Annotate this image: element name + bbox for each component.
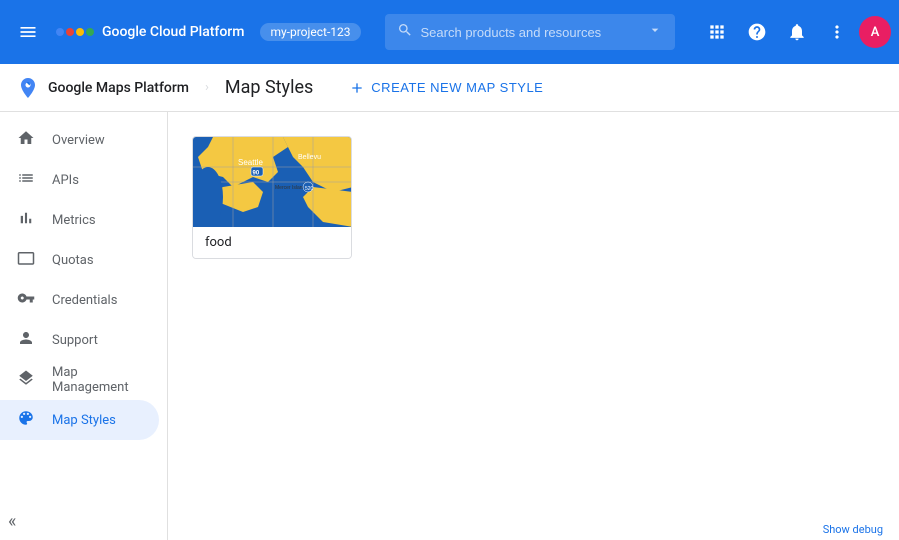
svg-text:Seattle: Seattle bbox=[238, 158, 263, 167]
brand-name: Google Maps Platform bbox=[48, 80, 189, 96]
search-input[interactable] bbox=[421, 25, 639, 40]
sub-header: Google Maps Platform › Map Styles CREATE… bbox=[0, 64, 899, 112]
svg-text:Bellevu: Bellevu bbox=[298, 154, 321, 161]
breadcrumb-divider: › bbox=[205, 80, 209, 95]
maps-pin-icon bbox=[16, 76, 40, 100]
sidebar-item-apis-label: APIs bbox=[52, 173, 79, 188]
app-title: Google Cloud Platform bbox=[102, 24, 244, 40]
sidebar-item-metrics-label: Metrics bbox=[52, 213, 96, 228]
tablet-icon bbox=[16, 249, 36, 272]
help-icon[interactable] bbox=[739, 14, 775, 50]
notifications-icon[interactable] bbox=[779, 14, 815, 50]
home-icon bbox=[16, 129, 36, 152]
sidebar-item-support[interactable]: Support bbox=[0, 320, 159, 360]
search-bar[interactable] bbox=[385, 14, 675, 50]
top-navigation: Google Cloud Platform my-project-123 bbox=[0, 0, 899, 64]
svg-text:Mercer Island: Mercer Island bbox=[275, 185, 306, 191]
map-thumbnail: Seattle Bellevu Mercer Island 90 520 bbox=[193, 137, 352, 227]
more-icon[interactable] bbox=[819, 14, 855, 50]
sidebar-item-support-label: Support bbox=[52, 333, 98, 348]
sidebar-item-quotas[interactable]: Quotas bbox=[0, 240, 159, 280]
map-style-label: food bbox=[193, 227, 351, 258]
bar-chart-icon bbox=[16, 209, 36, 232]
sidebar-item-overview-label: Overview bbox=[52, 133, 105, 148]
sidebar-item-metrics[interactable]: Metrics bbox=[0, 200, 159, 240]
person-icon bbox=[16, 329, 36, 352]
sidebar-item-map-management-label: Map Management bbox=[52, 365, 143, 395]
create-new-map-style-button[interactable]: CREATE NEW MAP STYLE bbox=[337, 74, 555, 102]
sidebar-item-map-management[interactable]: Map Management bbox=[0, 360, 159, 400]
layers-icon bbox=[16, 369, 36, 392]
search-dropdown-icon[interactable] bbox=[647, 22, 663, 42]
sidebar-item-map-styles[interactable]: Map Styles bbox=[0, 400, 159, 440]
sidebar: Overview APIs Metrics Quotas Credentials bbox=[0, 112, 168, 540]
palette-icon bbox=[16, 409, 36, 432]
project-selector[interactable]: my-project-123 bbox=[260, 23, 360, 41]
sidebar-item-map-styles-label: Map Styles bbox=[52, 413, 116, 428]
sidebar-item-apis[interactable]: APIs bbox=[0, 160, 159, 200]
page-title: Map Styles bbox=[225, 77, 313, 98]
search-icon bbox=[397, 22, 413, 42]
show-debug-link[interactable]: Show debug bbox=[807, 519, 899, 540]
sidebar-item-quotas-label: Quotas bbox=[52, 253, 94, 268]
nav-icons: A bbox=[699, 14, 891, 50]
sidebar-item-overview[interactable]: Overview bbox=[0, 120, 159, 160]
svg-text:520: 520 bbox=[305, 186, 314, 192]
brand-logo: Google Maps Platform bbox=[16, 76, 189, 100]
key-icon bbox=[16, 289, 36, 312]
sidebar-item-credentials[interactable]: Credentials bbox=[0, 280, 159, 320]
app-logo: Google Cloud Platform bbox=[56, 24, 244, 40]
sidebar-collapse-button[interactable]: « bbox=[8, 511, 16, 532]
apps-icon[interactable] bbox=[699, 14, 735, 50]
main-layout: Overview APIs Metrics Quotas Credentials bbox=[0, 112, 899, 540]
main-content: Seattle Bellevu Mercer Island 90 520 foo… bbox=[168, 112, 899, 540]
map-style-card[interactable]: Seattle Bellevu Mercer Island 90 520 foo… bbox=[192, 136, 352, 259]
menu-icon[interactable] bbox=[8, 12, 48, 52]
sidebar-item-credentials-label: Credentials bbox=[52, 293, 117, 308]
create-btn-label: CREATE NEW MAP STYLE bbox=[371, 80, 543, 95]
svg-text:90: 90 bbox=[253, 171, 260, 177]
avatar[interactable]: A bbox=[859, 16, 891, 48]
list-icon bbox=[16, 169, 36, 192]
plus-icon bbox=[349, 80, 365, 96]
